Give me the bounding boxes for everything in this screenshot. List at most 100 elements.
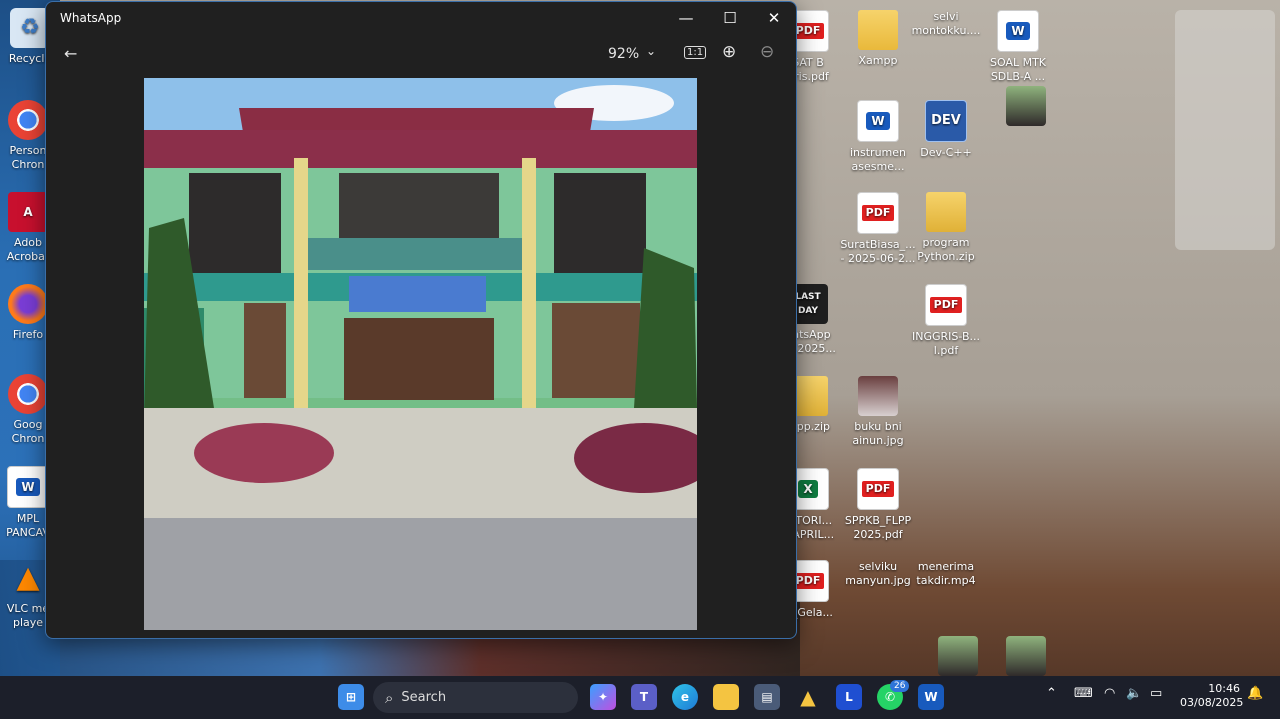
file-explorer-app[interactable] — [713, 684, 739, 710]
whatsapp-notification-badge: 26 — [890, 680, 910, 692]
letter-l-icon: L — [845, 690, 853, 704]
zoom-in-icon: ⊕ — [722, 42, 737, 62]
minimize-button[interactable]: — — [664, 2, 708, 34]
start-button[interactable]: ⊞ — [338, 684, 364, 710]
zip-file-icon — [926, 192, 966, 232]
word-file-icon: W — [997, 10, 1039, 52]
desktop-icon-photo2[interactable]: buku bni ainun.jpg — [840, 376, 916, 448]
photo-viewer-window[interactable]: WhatsApp — ☐ ✕ ← 92% ⌄ 1:1 ⊕ ⊖ — [45, 1, 797, 639]
desktop-icon-label: Xampp — [858, 54, 898, 67]
clock[interactable]: 10:46 03/08/2025 — [1180, 682, 1244, 710]
notifications-button[interactable]: 🔔 — [1247, 686, 1263, 701]
edge-app[interactable]: e — [672, 684, 698, 710]
photo-file-icon — [1006, 86, 1046, 126]
dev-file-icon: DEV — [925, 100, 967, 142]
taskbar-search[interactable]: ⌕ Search — [373, 682, 578, 713]
desktop-icon-label: program Python.zip — [917, 236, 975, 263]
recycle-bin-icon: ♻ — [10, 8, 50, 48]
volume-button[interactable]: 🔈 — [1126, 686, 1142, 701]
minimize-icon: — — [678, 9, 694, 27]
pdf-file-icon: PDF — [857, 468, 899, 510]
photo-file-icon — [1006, 636, 1046, 676]
wifi-button[interactable]: ◠ — [1104, 686, 1115, 701]
zoom-dropdown-button[interactable]: ⌄ — [646, 44, 656, 58]
chevron-up-icon: ⌃ — [1046, 686, 1057, 701]
desktop-icon-folder[interactable]: Xampp — [840, 10, 916, 68]
clock-date: 03/08/2025 — [1180, 696, 1244, 709]
actual-size-button[interactable]: 1:1 — [684, 46, 707, 59]
desktop-icon-dev[interactable]: DEV Dev-C++ — [908, 100, 984, 160]
word-file-icon: W — [857, 100, 899, 142]
speaker-icon: 🔈 — [1126, 686, 1143, 701]
desktop-icon-label: instrumen asesme... — [849, 146, 907, 173]
photo2-file-icon — [858, 376, 898, 416]
desktop-icon-label: selvi montokku.... — [911, 10, 981, 37]
close-icon: ✕ — [767, 9, 781, 27]
l-app[interactable]: L — [836, 684, 862, 710]
zoom-out-button[interactable]: ⊖ — [760, 42, 774, 62]
app-window-icon: ▤ — [761, 690, 773, 704]
photo-file-icon — [938, 636, 978, 676]
chrome-icon — [8, 100, 48, 140]
word-app[interactable]: W — [918, 684, 944, 710]
folder-file-icon — [858, 10, 898, 50]
zoom-level[interactable]: 92% — [608, 46, 639, 62]
desktop-icon-pdf[interactable]: PDF SuratBiasa_... - 2025-06-2... — [840, 192, 916, 266]
google-drive-app[interactable]: ▲ — [795, 684, 821, 710]
desktop-icon-photo[interactable]: menerima takdir.mp4 — [908, 560, 1046, 676]
zoom-in-button[interactable]: ⊕ — [722, 42, 736, 62]
word-icon: W — [7, 466, 49, 508]
desktop-icon-pdf[interactable]: PDF SPPKB_FLPP 2025.pdf — [840, 468, 916, 542]
desktop-icon-word[interactable]: Winstrumen asesme... — [840, 100, 916, 174]
copilot-app[interactable]: ✦ — [590, 684, 616, 710]
desktop-icon-label: menerima takdir.mp4 — [916, 560, 976, 587]
title-bar[interactable]: WhatsApp — ☐ ✕ — [46, 2, 796, 34]
pdf-file-icon: PDF — [925, 284, 967, 326]
edge-icon: e — [680, 690, 690, 704]
desktop-icon-photo[interactable]: selviku manyun.jpg — [840, 560, 978, 676]
clock-time: 10:46 — [1208, 682, 1240, 695]
desktop-icon-zip[interactable]: program Python.zip — [908, 192, 984, 264]
wifi-icon: ◠ — [1104, 686, 1116, 701]
keyboard-icon: ⌨ — [1074, 686, 1093, 701]
copilot-icon: ✦ — [597, 690, 609, 704]
viewer-toolbar: ← 92% ⌄ 1:1 ⊕ ⊖ — [46, 34, 796, 76]
maximize-button[interactable]: ☐ — [708, 2, 752, 34]
desktop-icon-pdf[interactable]: PDF INGGRIS-B... l.pdf — [908, 284, 984, 358]
calculator-app[interactable]: ▤ — [754, 684, 780, 710]
desktop-icon-photo[interactable]: selvi montokku.... — [908, 10, 1046, 126]
battery-icon: ▭ — [1150, 686, 1163, 701]
tray-overflow-button[interactable]: ⌃ — [1046, 686, 1057, 701]
whatsapp-icon: ✆ — [884, 690, 896, 704]
desktop-icon-label: selviku manyun.jpg — [845, 560, 911, 587]
back-button[interactable]: ← — [64, 44, 77, 63]
search-icon: ⌕ — [385, 688, 394, 707]
chrome-icon — [8, 374, 48, 414]
chevron-down-icon: ⌄ — [646, 44, 657, 58]
desktop-icon-word[interactable]: W SOAL MTK SDLB-A ... — [980, 10, 1056, 84]
back-arrow-icon: ← — [64, 44, 78, 63]
acrobat-icon: A — [8, 192, 48, 232]
window-title: WhatsApp — [60, 11, 122, 25]
desktop-icon-label: SuratBiasa_... - 2025-06-2... — [840, 238, 916, 265]
building-photo-illustration — [144, 78, 697, 630]
windows-logo-icon: ⊞ — [345, 690, 357, 704]
bell-icon: 🔔 — [1247, 686, 1264, 701]
vlc-icon: ▲ — [16, 560, 40, 595]
displayed-photo — [144, 78, 697, 630]
taskbar: ⊞ ⌕ Search ✦ T e ▤ ▲ L ✆ 26 W ⌃ ⌨ ◠ 🔈 ▭ … — [0, 676, 1280, 719]
desktop-icon-label: SPPKB_FLPP 2025.pdf — [844, 514, 912, 541]
desktop-icon-label: INGGRIS-B... l.pdf — [911, 330, 980, 357]
maximize-icon: ☐ — [723, 9, 737, 27]
desktop-icon-label: SOAL MTK SDLB-A ... — [989, 56, 1047, 83]
wallpaper-right-panel — [1175, 10, 1275, 250]
zoom-out-icon: ⊖ — [760, 42, 775, 62]
teams-app[interactable]: T — [631, 684, 657, 710]
pdf-file-icon: PDF — [857, 192, 899, 234]
word-icon: W — [924, 690, 938, 704]
battery-button[interactable]: ▭ — [1150, 686, 1162, 701]
close-button[interactable]: ✕ — [752, 2, 796, 34]
keyboard-button[interactable]: ⌨ — [1074, 686, 1093, 701]
desktop-icon-label: Dev-C++ — [920, 146, 972, 159]
search-label: Search — [401, 690, 447, 705]
